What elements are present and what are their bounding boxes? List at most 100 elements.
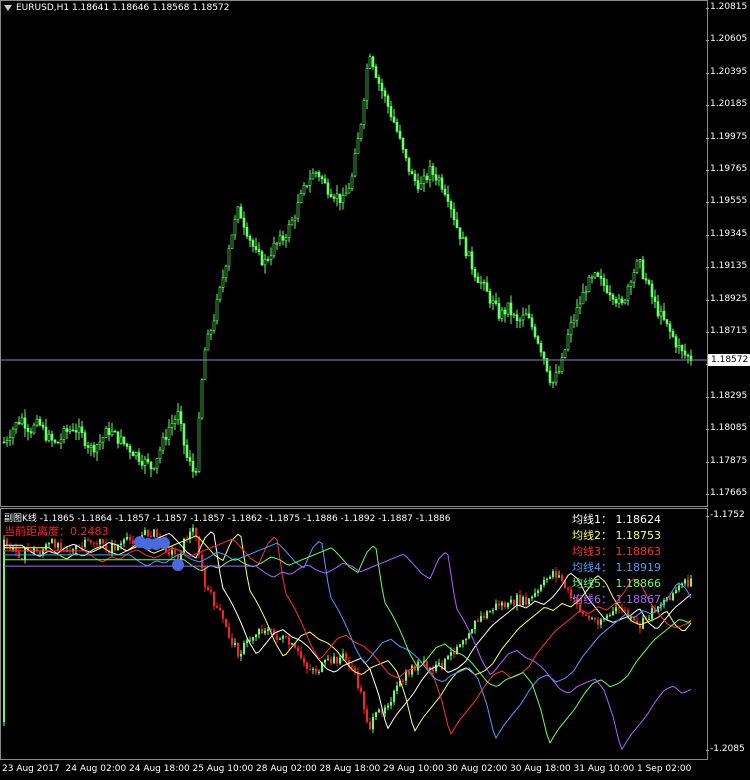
- time-axis-label: 1 Sep 02:00: [637, 764, 692, 774]
- sub-candle-body: [567, 588, 569, 590]
- candle-body: [521, 314, 525, 321]
- sub-candle-body: [96, 543, 98, 545]
- sub-candle-body: [279, 638, 281, 640]
- candle-body: [338, 193, 342, 204]
- sub-candle-body: [450, 652, 452, 656]
- candle-body: [416, 180, 420, 190]
- sub-candle-body: [600, 619, 602, 625]
- sub-candle-body: [132, 540, 134, 544]
- candle-body: [200, 379, 204, 419]
- candlestick-chart[interactable]: [0, 0, 708, 507]
- candle-body: [164, 436, 168, 440]
- sub-candle-body: [516, 594, 518, 606]
- sub-candle-body: [336, 656, 338, 664]
- sub-candle-body: [351, 666, 353, 668]
- sub-candle-body: [687, 579, 689, 587]
- candle-body: [599, 275, 603, 279]
- candle-body: [551, 381, 555, 384]
- ma-legend-item: 均线2： 1.18753: [572, 528, 661, 544]
- ma-legend-label: 均线2：: [572, 529, 612, 542]
- candle-body: [320, 176, 324, 180]
- indicator-scale[interactable]: -1.1752 -1.2085: [706, 508, 750, 760]
- candle-body: [44, 426, 48, 441]
- candle-body: [356, 138, 360, 155]
- sub-candle-body: [435, 664, 437, 672]
- sub-candle-body: [318, 671, 320, 673]
- candle-body: [431, 165, 435, 175]
- candle-body: [278, 235, 282, 244]
- candle-body: [305, 184, 309, 187]
- sub-candle-body: [528, 598, 530, 605]
- candle-body: [515, 314, 519, 321]
- candle-body: [347, 188, 351, 194]
- candle-body: [677, 345, 681, 348]
- candle-body: [80, 426, 84, 433]
- candle-body: [176, 411, 180, 421]
- candle-body: [524, 313, 528, 316]
- candle-body: [482, 281, 486, 284]
- sub-candle-body: [624, 609, 626, 611]
- candle-body: [14, 422, 18, 430]
- price-scale-tick: 1.18295: [705, 390, 748, 401]
- candle-body: [71, 429, 75, 432]
- candle-body: [341, 194, 345, 204]
- candle-body: [143, 458, 147, 466]
- sub-candle-body: [498, 603, 500, 606]
- sub-candle-body: [246, 640, 248, 644]
- candle-body: [239, 206, 243, 219]
- candle-body: [11, 428, 15, 439]
- candle-body: [485, 282, 489, 292]
- ma-legend-value: 1.18867: [612, 593, 661, 606]
- time-axis-label: 30 Aug 18:00: [510, 764, 571, 774]
- time-axis-label: 31 Aug 10:00: [573, 764, 635, 774]
- candle-body: [413, 173, 417, 181]
- candle-body: [8, 437, 12, 441]
- sub-candle-body: [507, 602, 509, 608]
- candle-body: [191, 461, 195, 472]
- candle-body: [206, 333, 210, 351]
- candle-body: [629, 281, 633, 287]
- sub-candle-body: [84, 539, 86, 547]
- sub-candle-body: [57, 543, 59, 548]
- sub-candle-body: [222, 610, 224, 619]
- candle-body: [668, 323, 672, 332]
- sub-candle-body: [504, 602, 506, 608]
- candle-body: [170, 423, 174, 428]
- sub-candle-body: [408, 670, 410, 675]
- candle-body: [221, 277, 225, 288]
- sub-candle-body: [111, 543, 113, 553]
- candle-body: [212, 320, 216, 331]
- ma-legend-label: 均线5：: [572, 577, 612, 590]
- candle-body: [428, 165, 432, 181]
- dropdown-triangle-icon[interactable]: [4, 4, 12, 11]
- sub-candle-body: [330, 658, 332, 664]
- price-scale-tick: 1.18085: [705, 423, 748, 434]
- price-scale-tick: 1.20395: [705, 66, 748, 77]
- candle-body: [533, 326, 537, 337]
- candle-body: [152, 467, 156, 470]
- candle-body: [470, 251, 474, 270]
- sub-candle-body: [213, 591, 215, 607]
- price-scale[interactable]: 1.20815 1.20605 1.20395 1.20185 1.19975 1.197…: [705, 0, 750, 507]
- sub-candle-body: [54, 539, 56, 548]
- price-scale-tick: 1.19765: [705, 164, 748, 174]
- sub-candle-body: [630, 617, 632, 619]
- sub-candle-body: [90, 540, 92, 543]
- time-axis-label: 28 Aug 02:00: [256, 764, 317, 774]
- candle-body: [179, 411, 183, 425]
- sub-candle-body: [669, 597, 671, 601]
- sub-candle-body: [453, 652, 455, 655]
- candle-body: [242, 217, 246, 228]
- candle-body: [329, 193, 333, 198]
- current-price-flag: 1.18572: [708, 354, 750, 366]
- candle-body: [155, 458, 159, 469]
- indicator-scale-top: -1.1752: [706, 510, 745, 520]
- sub-candle-body: [168, 551, 170, 555]
- sub-candle-body: [510, 599, 512, 603]
- candle-body: [365, 68, 369, 101]
- candle-body: [671, 330, 675, 337]
- candle-body: [512, 314, 516, 317]
- candle-body: [569, 322, 573, 336]
- sub-candle-body: [546, 578, 548, 580]
- candle-body: [464, 237, 468, 257]
